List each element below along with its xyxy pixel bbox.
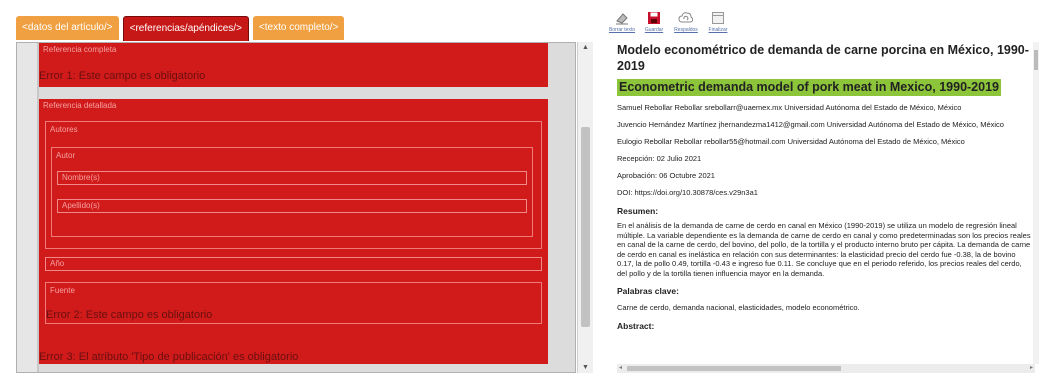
guardar-label: Guardar xyxy=(644,27,664,33)
save-icon xyxy=(646,10,662,26)
tab-bar: <datos del artículo/> <referencias/apénd… xyxy=(16,16,345,42)
apellidos-input[interactable]: Apellido(s) xyxy=(57,199,527,213)
palabras-clave-heading: Palabras clave: xyxy=(617,286,679,296)
scroll-right-arrow-icon[interactable]: ▸ xyxy=(1030,364,1033,371)
tab-texto-completo[interactable]: <texto completo/> xyxy=(252,16,345,40)
article-title-es: Modelo econométrico de demanda de carne … xyxy=(617,43,1029,73)
fuente-label: Fuente xyxy=(50,286,75,295)
abstract-heading: Abstract: xyxy=(617,321,655,331)
scroll-down-arrow-icon[interactable]: ▼ xyxy=(582,364,589,371)
scrollbar-thumb[interactable] xyxy=(581,127,590,327)
cloud-backup-icon xyxy=(678,10,694,26)
borrar-texto-label: Borrar texto xyxy=(608,27,636,33)
article-preview: Modelo econométrico de demanda de carne … xyxy=(617,42,1032,370)
autores-label: Autores xyxy=(50,125,78,134)
error-message-1: Error 1: Este campo es obligatorio xyxy=(39,70,206,82)
article-title-en: Econometric demanda model of pork meat i… xyxy=(617,79,1001,96)
apellidos-placeholder: Apellido(s) xyxy=(62,201,100,210)
resumen-heading: Resumen: xyxy=(617,206,659,216)
article-horizontal-thumb[interactable] xyxy=(627,366,841,371)
references-form-panel: Referencia completa Error 1: Este campo … xyxy=(16,42,576,373)
finalizar-label: Finalizar xyxy=(708,27,728,33)
borrar-texto-button[interactable]: Borrar texto xyxy=(608,10,636,40)
author-2: Juvencio Hernández Martínez jhernandezma… xyxy=(617,120,1004,129)
referencia-detallada-label: Referencia detallada xyxy=(43,101,117,110)
fuente-group[interactable]: Fuente Error 2: Este campo es obligatori… xyxy=(45,282,542,324)
form-scrollbar[interactable]: ▲ ▼ xyxy=(577,42,593,373)
referencia-completa-block[interactable]: Referencia completa Error 1: Este campo … xyxy=(39,43,548,87)
author-1: Samuel Rebollar Rebollar srebollarr@uaem… xyxy=(617,103,962,112)
palabras-clave-text: Carne de cerdo, demanda nacional, elasti… xyxy=(617,303,860,312)
scroll-up-arrow-icon[interactable]: ▲ xyxy=(582,44,589,51)
referencia-completa-label: Referencia completa xyxy=(43,45,117,54)
respaldos-button[interactable]: Respaldos xyxy=(674,10,698,40)
doi: DOI: https://doi.org/10.30878/ces.v29n3a… xyxy=(617,188,758,197)
article-horizontal-scrollbar[interactable]: ◂ ▸ xyxy=(617,364,1035,373)
nombres-placeholder: Nombre(s) xyxy=(62,173,100,182)
eraser-icon xyxy=(614,10,630,26)
aprobacion-date: Aprobación: 06 Octubre 2021 xyxy=(617,171,715,180)
error-message-2: Error 2: Este campo es obligatorio xyxy=(46,309,213,321)
article-vertical-thumb[interactable] xyxy=(1034,50,1038,70)
referencia-detallada-block: Referencia detallada Autores Autor Nombr… xyxy=(39,99,548,364)
form-gutter xyxy=(17,43,37,372)
autor-group: Autor Nombre(s) Apellido(s) xyxy=(51,147,533,237)
resumen-text: En el análisis de la demanda de carne de… xyxy=(617,221,1031,278)
anio-input[interactable]: Año xyxy=(45,257,542,271)
anio-label: Año xyxy=(50,259,65,268)
autor-label: Autor xyxy=(56,151,76,160)
tab-datos-articulo[interactable]: <datos del artículo/> xyxy=(16,16,119,40)
finish-icon xyxy=(710,10,726,26)
article-vertical-scrollbar[interactable] xyxy=(1033,42,1039,364)
autores-group: Autores Autor Nombre(s) Apellido(s) xyxy=(45,121,542,249)
recepcion-date: Recepción: 02 Julio 2021 xyxy=(617,154,702,163)
text-toolbar: Borrar texto Guardar Respaldos Finalizar xyxy=(608,10,730,40)
nombres-input[interactable]: Nombre(s) xyxy=(57,171,527,185)
author-3: Eulogio Rebollar Rebollar rebollar55@hot… xyxy=(617,137,965,146)
respaldos-label: Respaldos xyxy=(674,27,698,33)
tab-referencias-apendices[interactable]: <referencias/apéndices/> xyxy=(122,16,249,41)
scroll-left-arrow-icon[interactable]: ◂ xyxy=(619,364,622,371)
error-message-3: Error 3: El atributo 'Tipo de publicació… xyxy=(39,351,299,363)
finalizar-button[interactable]: Finalizar xyxy=(706,10,730,40)
guardar-button[interactable]: Guardar xyxy=(642,10,666,40)
